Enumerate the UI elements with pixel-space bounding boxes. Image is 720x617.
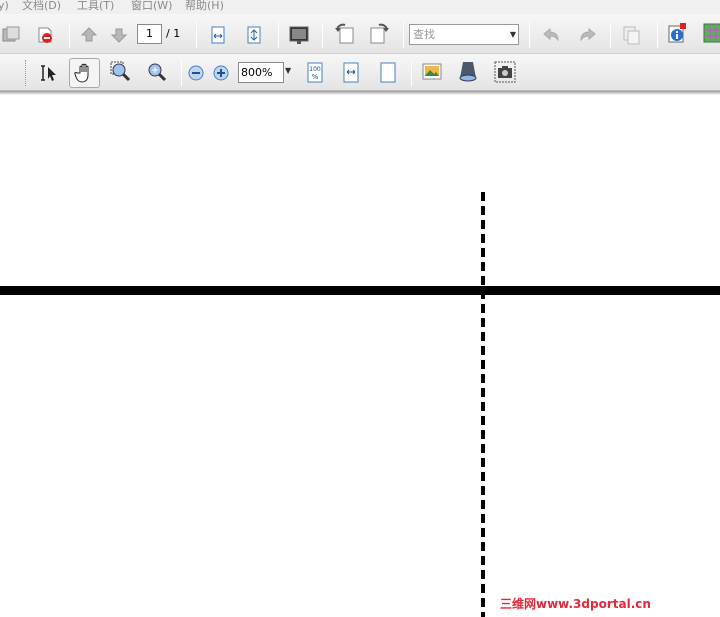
separator — [657, 22, 658, 48]
separator — [322, 22, 323, 48]
page-total: / 1 — [166, 27, 181, 40]
fit-page-icon[interactable] — [377, 62, 399, 84]
redo-icon[interactable] — [577, 24, 599, 46]
separator — [196, 22, 197, 48]
menu-bar: y) 文档(D) 工具(T) 窗口(W) 帮助(H) — [0, 0, 720, 14]
previous-page-icon[interactable] — [78, 24, 100, 46]
grid-icon[interactable] — [702, 22, 720, 44]
info-icon[interactable] — [666, 22, 688, 44]
fit-page-icon[interactable] — [243, 24, 265, 46]
separator — [69, 22, 70, 48]
horizontal-line — [0, 286, 720, 295]
fit-width-icon[interactable] — [207, 24, 229, 46]
text-select-icon[interactable] — [38, 62, 60, 84]
vertical-dashed-line — [481, 192, 485, 617]
separator — [278, 22, 279, 48]
menu-item-tools[interactable]: 工具(T) — [77, 0, 114, 12]
zoom-in-icon[interactable] — [210, 62, 232, 84]
security-icon[interactable] — [34, 24, 56, 46]
snapshot-icon[interactable] — [494, 61, 516, 83]
picture-icon[interactable] — [421, 61, 443, 83]
zoom-out-icon[interactable] — [185, 62, 207, 84]
hand-icon[interactable] — [69, 58, 100, 88]
chevron-down-icon[interactable]: ▼ — [510, 25, 516, 44]
marquee-zoom-icon[interactable] — [110, 61, 132, 83]
toolbar-grip[interactable] — [25, 60, 27, 86]
rotate-left-icon[interactable] — [333, 22, 355, 44]
next-page-icon[interactable] — [108, 24, 130, 46]
separator — [411, 60, 412, 86]
page-number-input[interactable]: 1 — [137, 24, 162, 44]
separator — [529, 22, 530, 48]
menu-item-document[interactable]: 文档(D) — [22, 0, 61, 12]
clone-icon[interactable] — [0, 24, 22, 46]
menu-item-help[interactable]: 帮助(H) — [185, 0, 224, 12]
actual-size-icon[interactable]: 100% — [304, 62, 326, 84]
separator — [181, 60, 182, 86]
menu-item-window[interactable]: 窗口(W) — [131, 0, 172, 12]
dynamic-zoom-icon[interactable] — [146, 61, 168, 83]
separator — [403, 22, 404, 48]
find-input[interactable]: 查找 ▼ — [409, 24, 519, 45]
rotate-right-icon[interactable] — [369, 22, 391, 44]
separator — [610, 22, 611, 48]
svg-text:%: % — [312, 73, 319, 81]
loupe-icon[interactable] — [457, 60, 479, 82]
zoom-dropdown-icon[interactable]: ▼ — [285, 66, 291, 75]
document-view[interactable]: 三维网www.3dportal.cn — [0, 95, 720, 617]
watermark: 三维网www.3dportal.cn — [500, 597, 651, 611]
find-placeholder: 查找 — [413, 28, 435, 41]
zoom-level-input[interactable]: 800% — [238, 62, 284, 83]
svg-text:100: 100 — [309, 66, 321, 73]
copy-icon[interactable] — [620, 24, 642, 46]
full-screen-icon[interactable] — [288, 24, 310, 46]
fit-width-icon[interactable] — [340, 62, 362, 84]
undo-icon[interactable] — [540, 24, 562, 46]
menu-item-view[interactable]: y) — [0, 0, 9, 12]
